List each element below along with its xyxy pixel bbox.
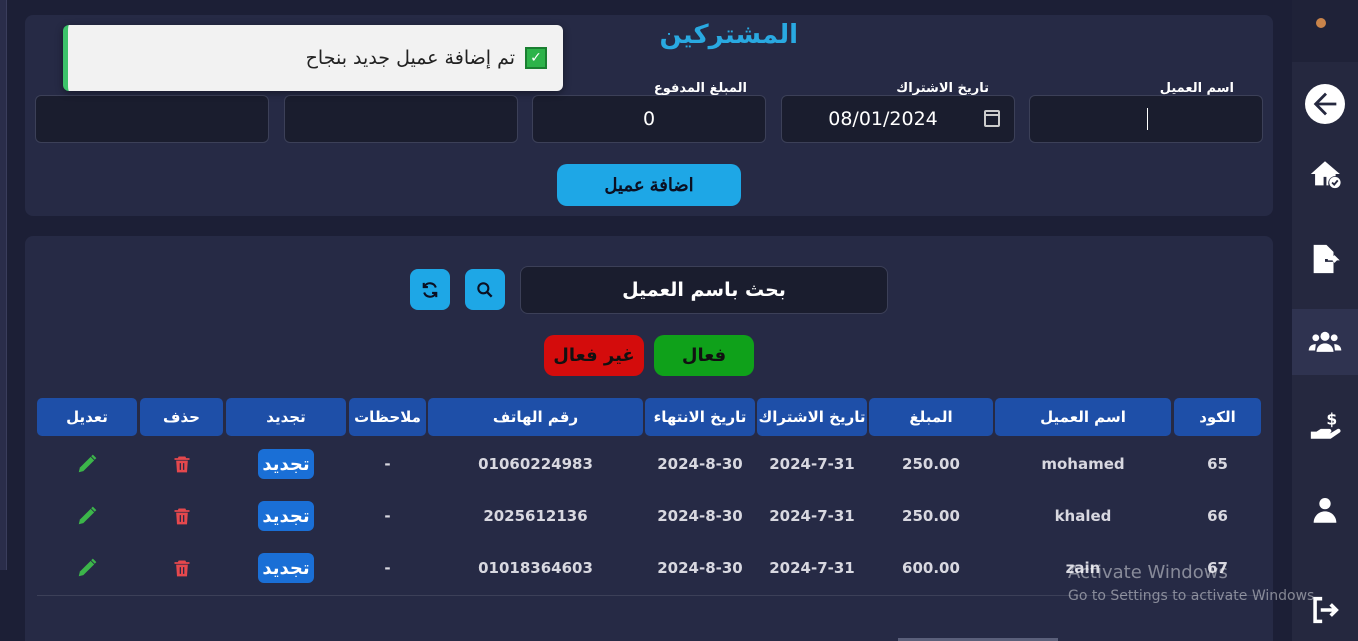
toast-message: تم إضافة عميل جديد بنجاح [305,47,515,69]
cell-phone: 2025612136 [483,507,588,525]
pencil-icon[interactable] [76,453,98,475]
filter-active-button[interactable]: فعال [654,335,754,376]
cell-start-date: 2024-7-31 [769,455,855,473]
th-code: الكود [1174,398,1261,436]
th-renew: تجديد [226,398,346,436]
cell-delete [140,504,223,528]
activation-watermark-title: Activate Windows [1068,562,1228,583]
renew-button[interactable]: تجديد [258,501,314,531]
user-icon [1313,497,1337,523]
th-client-name: اسم العميل [995,398,1171,436]
success-toast[interactable]: تم إضافة عميل جديد بنجاح ✓ [63,25,563,91]
calendar-icon[interactable] [984,110,1000,127]
cell-edit [37,556,137,580]
cell-notes: - [384,559,391,577]
app-logo-icon [1306,18,1336,38]
refresh-icon [422,281,438,298]
filter-inactive-button[interactable]: غير فعال [544,335,644,376]
svg-text:$: $ [1326,411,1337,429]
client-name-label: اسم العميل [1159,81,1234,96]
logo-area [1292,0,1358,62]
left-edge-strip [0,0,7,570]
cell-amount: 250.00 [902,507,960,525]
th-notes: ملاحظات [349,398,426,436]
file-export-icon [1313,244,1340,274]
search-button[interactable] [465,269,505,310]
cell-phone: 01018364603 [478,559,593,577]
th-amount: المبلغ [869,398,993,436]
subscription-date-input[interactable]: 08/01/2024 [781,95,1015,143]
hand-dollar-icon: $ [1310,411,1341,439]
back-arrow-icon [1305,84,1345,124]
page-title: المشتركين [659,20,798,50]
th-end-date: تاريخ الانتهاء [645,398,755,436]
trash-icon[interactable] [172,453,192,475]
renew-button[interactable]: تجديد [258,449,314,479]
cell-amount: 600.00 [902,559,960,577]
sidebar-item-export[interactable] [1292,226,1358,292]
cell-renew: تجديد [226,553,346,583]
cell-code: 66 [1207,507,1228,525]
cell-start-date: 2024-7-31 [769,559,855,577]
pencil-icon[interactable] [76,505,98,527]
cell-delete [140,452,223,476]
cell-delete [140,556,223,580]
extra-input[interactable] [35,95,269,143]
search-input[interactable]: بحث باسم العميل [520,266,888,314]
cell-start-date: 2024-7-31 [769,507,855,525]
sidebar-logout-button[interactable] [1292,577,1358,641]
cell-name: mohamed [1041,455,1125,473]
activation-watermark-subtitle: Go to Settings to activate Windows. [1068,588,1319,604]
cell-name: khaled [1054,507,1112,525]
cell-renew: تجديد [226,501,346,531]
cell-phone: 01060224983 [478,455,593,473]
cell-notes: - [384,507,391,525]
sidebar-back-button[interactable] [1292,71,1358,137]
home-check-icon [1310,161,1341,189]
pencil-icon[interactable] [76,557,98,579]
check-icon: ✓ [525,47,547,69]
text-cursor [1147,108,1148,130]
th-delete: حذف [140,398,223,436]
paid-amount-label: المبلغ المدفوع [653,81,747,96]
cell-end-date: 2024-8-30 [657,455,743,473]
paid-amount-value: 0 [642,108,656,130]
th-edit: تعديل [37,398,137,436]
cell-amount: 250.00 [902,455,960,473]
subscription-date-label: تاريخ الاشتراك [896,81,989,96]
cell-end-date: 2024-8-30 [657,507,743,525]
renew-button[interactable]: تجديد [258,553,314,583]
trash-icon[interactable] [172,505,192,527]
sidebar-item-payments[interactable]: $ [1292,393,1358,459]
search-icon [477,281,493,297]
client-name-input[interactable] [1029,95,1263,143]
paid-amount-input[interactable]: 0 [532,95,766,143]
sidebar-item-home[interactable] [1292,141,1358,207]
refresh-button[interactable] [410,269,450,310]
users-icon [1308,331,1342,352]
sidebar: $ [1292,0,1358,641]
phone-input[interactable] [284,95,518,143]
cell-edit [37,504,137,528]
cell-end-date: 2024-8-30 [657,559,743,577]
trash-icon[interactable] [172,557,192,579]
search-placeholder: بحث باسم العميل [622,279,786,301]
th-phone: رقم الهاتف [428,398,643,436]
cell-edit [37,452,137,476]
add-client-button[interactable]: اضافة عميل [557,164,741,206]
cell-notes: - [384,455,391,473]
sidebar-item-profile[interactable] [1292,477,1358,543]
th-start-date: تاريخ الاشتراك [757,398,867,436]
sidebar-item-subscribers[interactable] [1292,309,1358,375]
cell-renew: تجديد [226,449,346,479]
cell-code: 65 [1207,455,1228,473]
date-value: 08/01/2024 [828,108,938,130]
